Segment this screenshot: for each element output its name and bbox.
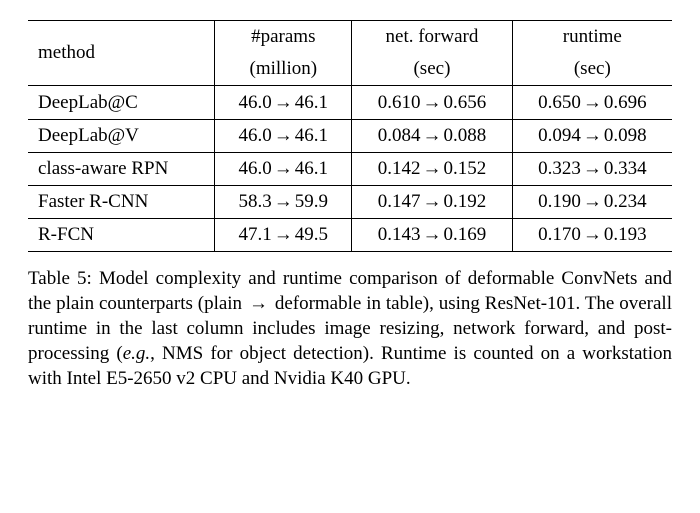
arrow-icon: → (420, 158, 443, 179)
cell-forward: 0.142→0.152 (352, 153, 512, 186)
cell-params: 47.1→49.5 (215, 219, 352, 252)
cell-runtime: 0.323→0.334 (512, 153, 672, 186)
arrow-icon: → (420, 191, 443, 212)
complexity-runtime-table: method #params net. forward runtime (mil… (28, 20, 672, 252)
cell-method: DeepLab@C (28, 86, 215, 120)
cell-runtime: 0.190→0.234 (512, 186, 672, 219)
cell-forward: 0.610→0.656 (352, 86, 512, 120)
arrow-icon: → (420, 92, 443, 113)
cell-params: 58.3→59.9 (215, 186, 352, 219)
caption-label: Table 5: (28, 268, 99, 289)
caption-eg: e.g. (123, 343, 150, 364)
col-subheader-params: (million) (215, 53, 352, 86)
table-row: class-aware RPN 46.0→46.1 0.142→0.152 0.… (28, 153, 672, 186)
arrow-icon: → (581, 191, 604, 212)
arrow-icon: → (581, 158, 604, 179)
arrow-icon: → (272, 224, 295, 245)
cell-runtime: 0.094→0.098 (512, 120, 672, 153)
col-subheader-forward: (sec) (352, 53, 512, 86)
col-header-forward: net. forward (352, 21, 512, 54)
arrow-icon: → (581, 125, 604, 146)
cell-runtime: 0.170→0.193 (512, 219, 672, 252)
arrow-icon: → (272, 92, 295, 113)
cell-method: Faster R-CNN (28, 186, 215, 219)
arrow-icon: → (247, 293, 270, 314)
arrow-icon: → (581, 92, 604, 113)
table-row: DeepLab@V 46.0→46.1 0.084→0.088 0.094→0.… (28, 120, 672, 153)
cell-params: 46.0→46.1 (215, 153, 352, 186)
table-row: Faster R-CNN 58.3→59.9 0.147→0.192 0.190… (28, 186, 672, 219)
cell-forward: 0.143→0.169 (352, 219, 512, 252)
table-caption: Table 5: Model complexity and runtime co… (28, 266, 672, 391)
cell-forward: 0.147→0.192 (352, 186, 512, 219)
col-header-method: method (28, 21, 215, 86)
arrow-icon: → (420, 125, 443, 146)
arrow-icon: → (272, 191, 295, 212)
cell-method: DeepLab@V (28, 120, 215, 153)
cell-runtime: 0.650→0.696 (512, 86, 672, 120)
cell-method: class-aware RPN (28, 153, 215, 186)
cell-forward: 0.084→0.088 (352, 120, 512, 153)
arrow-icon: → (420, 224, 443, 245)
arrow-icon: → (272, 158, 295, 179)
table-row: DeepLab@C 46.0→46.1 0.610→0.656 0.650→0.… (28, 86, 672, 120)
table-row: R-FCN 47.1→49.5 0.143→0.169 0.170→0.193 (28, 219, 672, 252)
cell-params: 46.0→46.1 (215, 120, 352, 153)
col-header-params: #params (215, 21, 352, 54)
col-subheader-runtime: (sec) (512, 53, 672, 86)
cell-method: R-FCN (28, 219, 215, 252)
arrow-icon: → (272, 125, 295, 146)
cell-params: 46.0→46.1 (215, 86, 352, 120)
col-header-runtime: runtime (512, 21, 672, 54)
arrow-icon: → (581, 224, 604, 245)
